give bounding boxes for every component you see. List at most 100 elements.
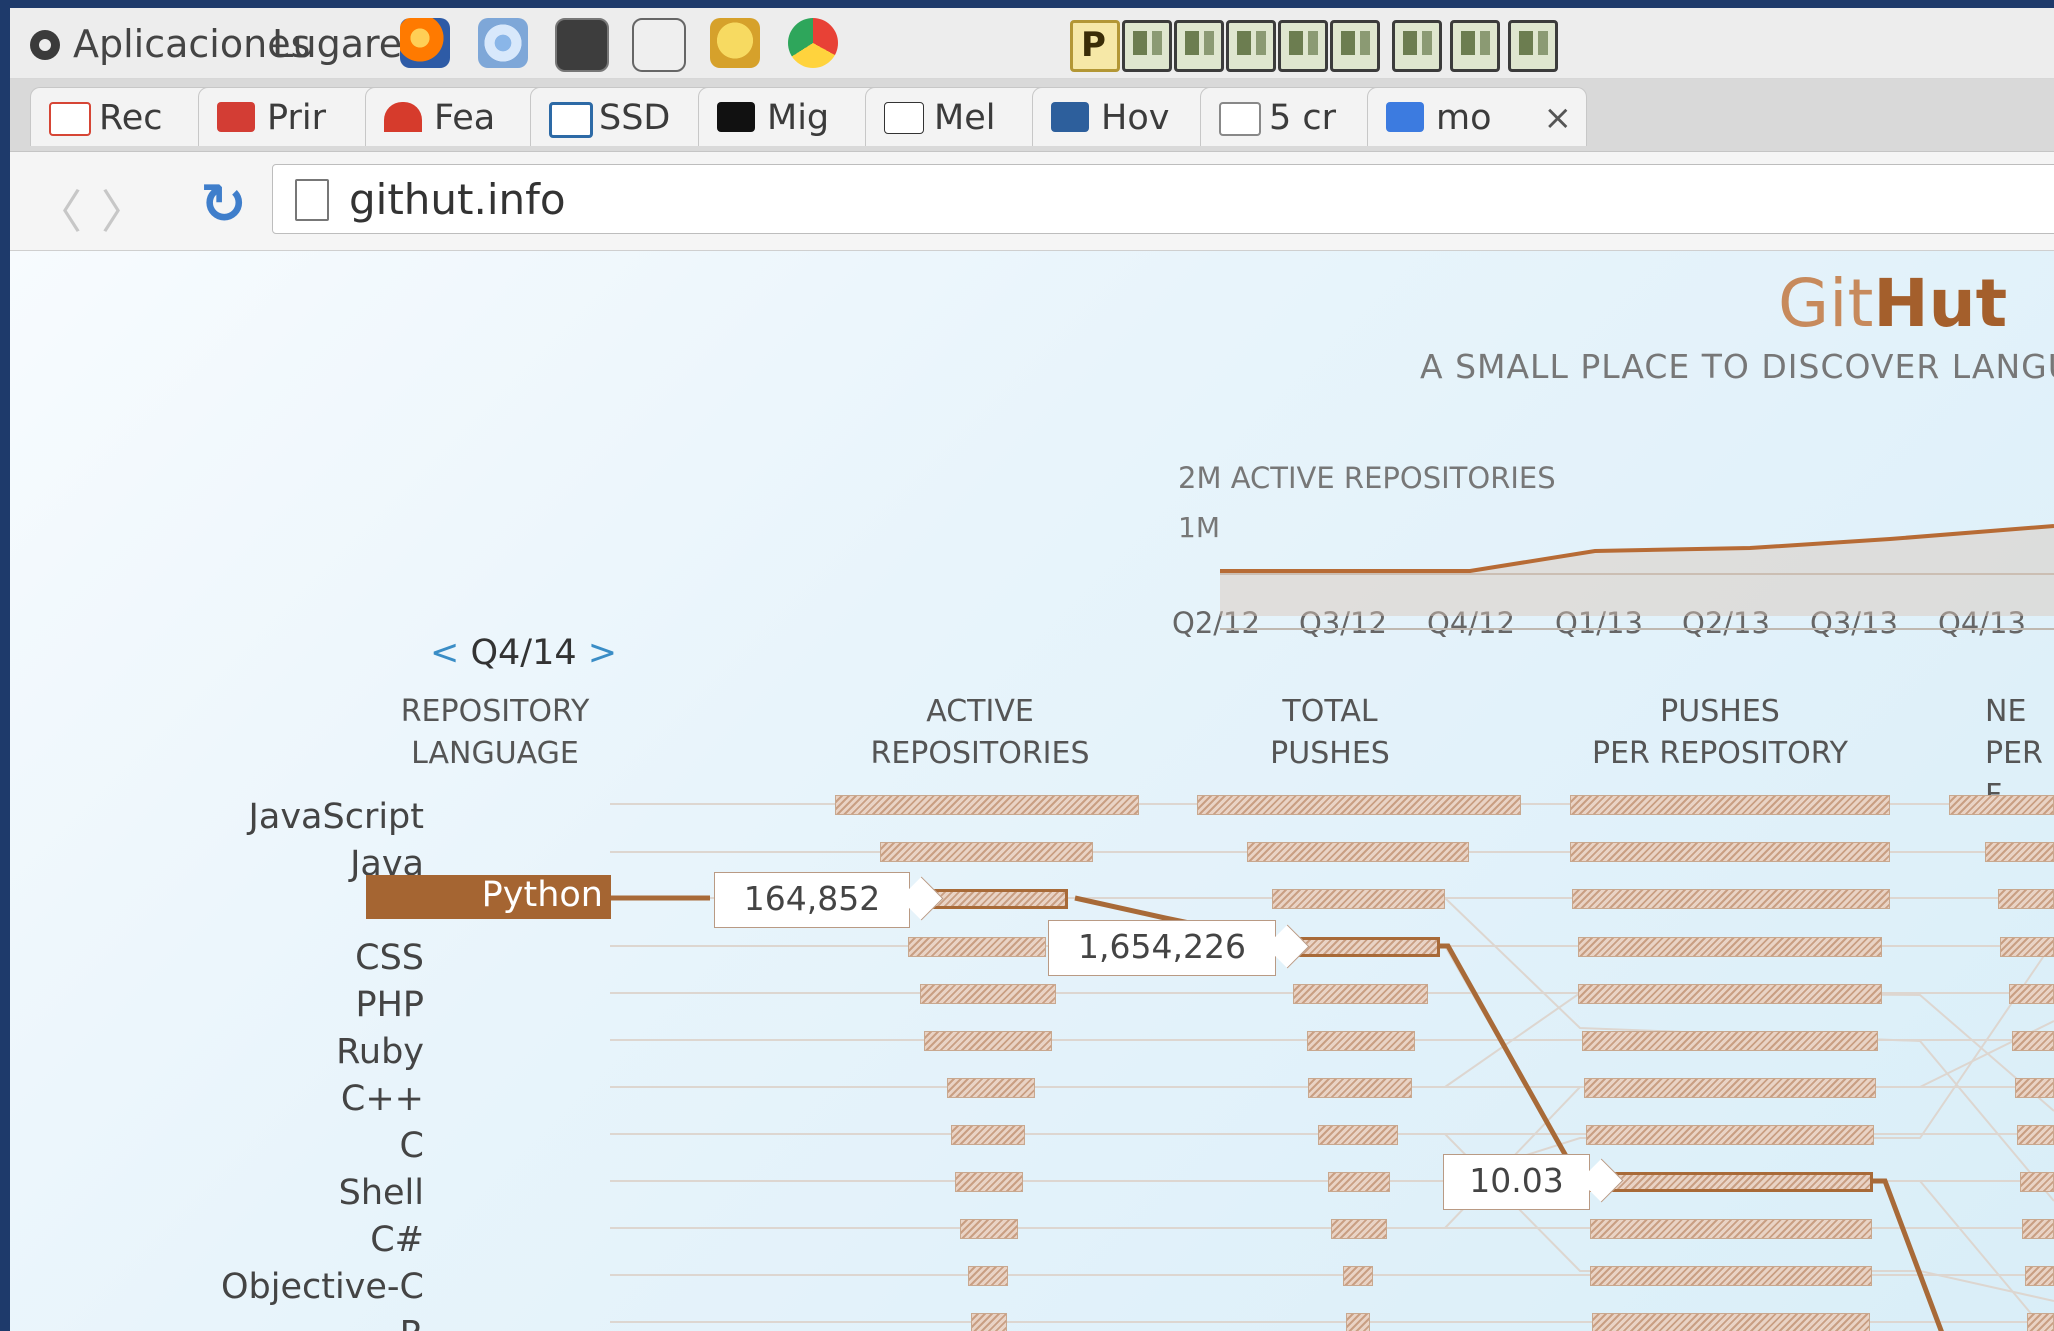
cpu-monitor-icon (1450, 20, 1500, 72)
tab-label: Mig (767, 98, 830, 138)
cpu-monitor-icon (1174, 20, 1224, 72)
tab-strip: Rec × Prir × Fea × SSD × Mig × (10, 79, 2054, 152)
monitor-icon (1051, 102, 1089, 132)
language-javascript[interactable]: JavaScript (249, 797, 424, 837)
tab-mo[interactable]: mo × (1367, 87, 1587, 146)
next-bar (2020, 1172, 2054, 1192)
ppr-bar (1592, 1313, 1870, 1331)
next-bar (2017, 1125, 2054, 1145)
next-bar (1949, 795, 2054, 815)
language-ruby[interactable]: Ruby (336, 1032, 424, 1072)
tab-label: Rec (99, 98, 163, 138)
ppr-bar (1570, 795, 1890, 815)
reload-button[interactable]: ↻ (200, 172, 247, 237)
browser-toolbar: 〈 〉 ↻ githut.info (10, 152, 2054, 251)
teapot-icon[interactable] (710, 18, 760, 68)
cpu-monitor-icon (1508, 20, 1558, 72)
wikipedia-icon (884, 102, 924, 134)
ppr-bar (1570, 842, 1890, 862)
forward-button[interactable]: 〉 (101, 176, 147, 242)
pushes-bar (1308, 1078, 1412, 1098)
ppr-bar (1590, 1219, 1872, 1239)
pushes-per-repository-callout: 10.03 (1443, 1154, 1590, 1210)
tab-label: 5 cr (1269, 98, 1337, 138)
language-cpp[interactable]: C++ (341, 1079, 424, 1119)
chromium-icon[interactable] (478, 18, 528, 68)
ppr-bar (1586, 1125, 1874, 1145)
back-button[interactable]: 〈 (36, 176, 82, 242)
language-css[interactable]: CSS (355, 938, 424, 978)
address-bar[interactable]: githut.info (272, 164, 2054, 234)
active-bar (908, 937, 1046, 957)
pushes-bar (1197, 795, 1521, 815)
language-php[interactable]: PHP (355, 985, 424, 1025)
desktop-frame: Aplicaciones Lugares P Rec × (10, 8, 2054, 1331)
language-c[interactable]: C (400, 1126, 424, 1166)
system-menu-icon[interactable] (30, 30, 60, 60)
next-bar (2015, 1078, 2054, 1098)
pushes-bar (1318, 1125, 1398, 1145)
githut-page: GitHut A SMALL PLACE TO DISCOVER LANGU 2… (10, 251, 2054, 1331)
next-bar (1998, 889, 2054, 909)
next-bar (2027, 1313, 2054, 1331)
next-bar (2025, 1266, 2054, 1286)
total-pushes-callout: 1,654,226 (1048, 920, 1276, 976)
next-bar (1985, 842, 2054, 862)
url-text[interactable]: githut.info (349, 175, 566, 224)
active-bar (960, 1219, 1018, 1239)
active-repositories-callout: 164,852 (714, 872, 910, 928)
pushes-bar (1331, 1219, 1387, 1239)
next-bar (2012, 1031, 2054, 1051)
tray-p-icon[interactable]: P (1070, 20, 1120, 72)
active-bar (951, 1125, 1025, 1145)
ppr-bar (1590, 1266, 1872, 1286)
firefox-icon[interactable] (400, 18, 450, 68)
cpu-monitor-icon (1278, 20, 1328, 72)
language-csharp[interactable]: C# (370, 1220, 424, 1260)
close-icon[interactable]: × (1544, 98, 1573, 138)
ppr-bar-selected (1588, 1172, 1873, 1192)
window-icon (549, 102, 593, 138)
active-bar (920, 984, 1056, 1004)
active-bar (835, 795, 1139, 815)
language-python[interactable]: Python (366, 875, 611, 919)
tab-label: mo (1436, 98, 1492, 138)
terminal-icon[interactable] (555, 18, 609, 72)
pushes-bar (1343, 1266, 1373, 1286)
page-icon (295, 179, 329, 221)
language-objective-c[interactable]: Objective-C (221, 1267, 424, 1307)
pushes-bar (1247, 842, 1469, 862)
ppr-bar (1584, 1078, 1876, 1098)
active-bar (880, 842, 1093, 862)
cpu-monitor-icon (1330, 20, 1380, 72)
cpu-monitor-icon (1226, 20, 1276, 72)
document-icon (1219, 102, 1261, 136)
google-icon (1386, 102, 1424, 132)
active-bar (971, 1313, 1007, 1331)
next-bar (2000, 937, 2054, 957)
pushes-bar (1346, 1313, 1370, 1331)
tab-label: Fea (434, 98, 496, 138)
terminal-tab-icon (717, 102, 755, 132)
print-icon (217, 102, 255, 132)
chart-lines (610, 524, 2054, 1331)
gmail-icon (49, 102, 91, 136)
chrome-icon[interactable] (788, 18, 838, 68)
language-shell[interactable]: Shell (339, 1173, 424, 1213)
tab-label: Prir (267, 98, 326, 138)
ppr-bar (1578, 984, 1882, 1004)
tab-label: Hov (1101, 98, 1170, 138)
active-bar (968, 1266, 1008, 1286)
screenshot-tool-icon[interactable] (632, 18, 686, 72)
pushes-bar (1293, 984, 1428, 1004)
top-panel: Aplicaciones Lugares P (10, 8, 2054, 79)
pushes-bar (1307, 1031, 1415, 1051)
next-bar (2022, 1219, 2054, 1239)
screen: Aplicaciones Lugares P Rec × (0, 0, 2054, 1331)
next-bar (2009, 984, 2054, 1004)
tab-label: Mel (934, 98, 996, 138)
language-r[interactable]: R (400, 1314, 424, 1331)
tab-label: SSD (599, 98, 671, 138)
ppr-bar (1582, 1031, 1878, 1051)
ppr-bar (1578, 937, 1882, 957)
